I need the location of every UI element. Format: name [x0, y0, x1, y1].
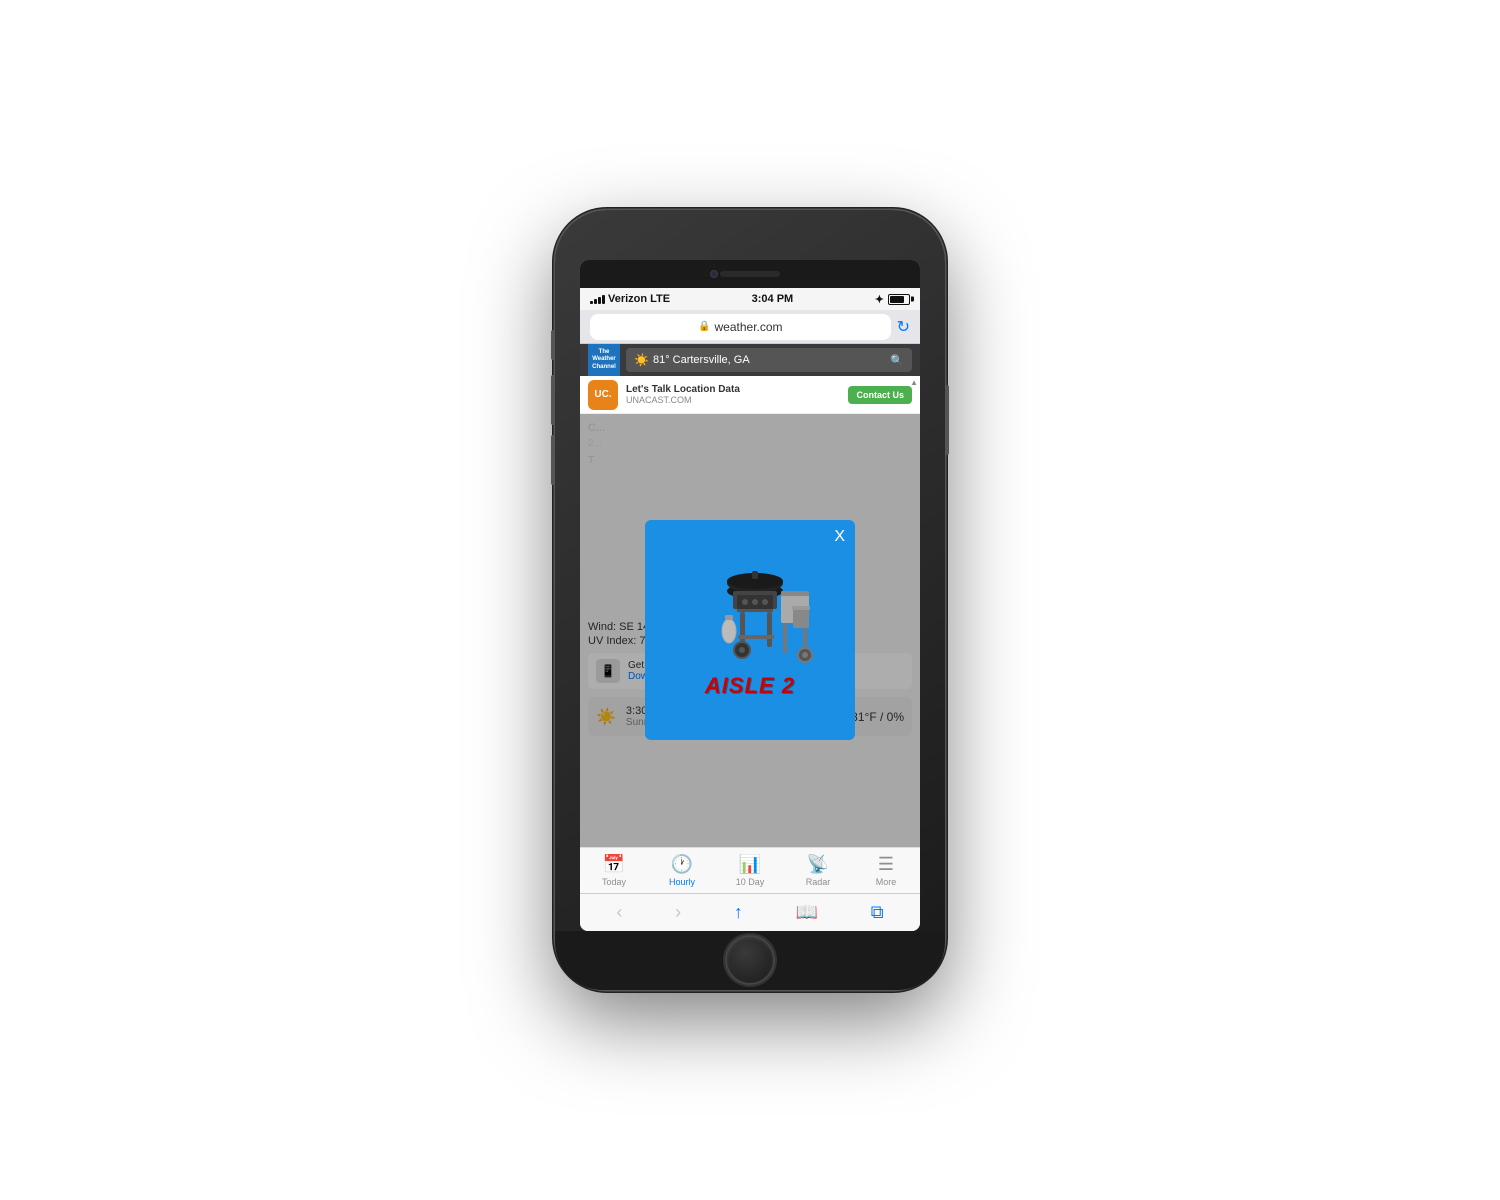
url-text: weather.com	[715, 320, 783, 334]
home-btn-area	[555, 931, 945, 990]
browser-url-bar: 🔒 weather.com ↻	[580, 310, 920, 344]
signal-bar-1	[590, 301, 593, 304]
weather-channel-logo: The Weather Channel	[588, 344, 620, 376]
bluetooth-icon: ✦	[875, 293, 884, 306]
share-button[interactable]: ↑	[726, 898, 751, 927]
tab-today-label: Today	[602, 877, 626, 887]
tab-bar: 📅 Today 🕐 Hourly 📊 10 Day 📡 Radar ☰ More	[580, 847, 920, 893]
tab-hourly-label: Hourly	[669, 877, 695, 887]
refresh-button[interactable]: ↻	[897, 317, 910, 337]
tab-more-icon: ☰	[878, 854, 894, 875]
signal-bar-3	[598, 297, 601, 304]
ad-text-area: Let's Talk Location Data UNACAST.COM	[626, 384, 840, 405]
volume-down-button[interactable]	[551, 435, 555, 485]
signal-bar-2	[594, 299, 597, 304]
location-text: 81° Cartersville, GA	[653, 354, 750, 366]
battery-fill	[890, 296, 904, 303]
popup-overlay: X	[580, 414, 920, 847]
weather-navbar: The Weather Channel ☀️ 81° Cartersville,…	[580, 344, 920, 376]
volume-up-button[interactable]	[551, 375, 555, 425]
home-button[interactable]	[725, 935, 775, 985]
tab-today-icon: 📅	[603, 854, 625, 875]
location-bar[interactable]: ☀️ 81° Cartersville, GA 🔍	[626, 348, 912, 372]
ad-logo: UC.	[588, 380, 618, 410]
url-bar[interactable]: 🔒 weather.com	[590, 314, 891, 340]
popup-aisle-text: AISLE 2	[705, 673, 795, 699]
popup-ad: X	[645, 520, 855, 740]
tab-10day-label: 10 Day	[736, 877, 765, 887]
ad-cta-button[interactable]: Contact Us	[848, 386, 912, 404]
status-bar: Verizon LTE 3:04 PM ✦	[580, 288, 920, 310]
speaker-grille	[720, 271, 780, 277]
screen: Verizon LTE 3:04 PM ✦ 🔒 weather.com ↻	[580, 260, 920, 931]
notch-area	[580, 260, 920, 288]
ad-subtitle: UNACAST.COM	[626, 395, 840, 405]
search-icon[interactable]: 🔍	[890, 354, 904, 367]
tab-today[interactable]: 📅 Today	[580, 854, 648, 887]
signal-bars	[590, 294, 605, 304]
popup-close-button[interactable]: X	[834, 528, 845, 546]
carrier-label: Verizon	[608, 293, 647, 305]
tab-radar[interactable]: 📡 Radar	[784, 854, 852, 887]
status-right: ✦	[875, 293, 910, 306]
back-button[interactable]: ‹	[608, 898, 630, 927]
main-content: C... 2... T Wind: SE 14 mph UV Index: 7 …	[580, 414, 920, 847]
tabs-button[interactable]: ⧉	[863, 898, 892, 927]
status-left: Verizon LTE	[590, 293, 670, 305]
ad-banner[interactable]: UC. Let's Talk Location Data UNACAST.COM…	[580, 376, 920, 414]
tab-radar-label: Radar	[806, 877, 831, 887]
tab-hourly[interactable]: 🕐 Hourly	[648, 854, 716, 887]
ad-title: Let's Talk Location Data	[626, 384, 840, 395]
tab-more[interactable]: ☰ More	[852, 854, 920, 887]
signal-bar-4	[602, 295, 605, 304]
camera-dot	[710, 270, 718, 278]
tab-hourly-icon: 🕐	[671, 854, 693, 875]
phone-shell: Verizon LTE 3:04 PM ✦ 🔒 weather.com ↻	[555, 210, 945, 990]
logo-text: The Weather Channel	[592, 349, 616, 371]
tab-10day-icon: 📊	[739, 854, 761, 875]
bookmarks-button[interactable]: 📖	[788, 898, 826, 927]
lock-icon: 🔒	[698, 321, 710, 332]
safari-toolbar: ‹ › ↑ 📖 ⧉	[580, 893, 920, 931]
sun-icon: ☀️	[634, 353, 649, 367]
forward-button[interactable]: ›	[667, 898, 689, 927]
tab-radar-icon: 📡	[807, 854, 829, 875]
network-type: LTE	[650, 293, 670, 305]
power-button[interactable]	[945, 385, 949, 455]
status-time: 3:04 PM	[752, 293, 794, 305]
tab-10day[interactable]: 📊 10 Day	[716, 854, 784, 887]
tab-more-label: More	[876, 877, 897, 887]
mute-button[interactable]	[551, 330, 555, 360]
ad-badge: ▲	[910, 378, 918, 387]
battery-icon	[888, 294, 910, 305]
grill-image	[685, 553, 815, 683]
